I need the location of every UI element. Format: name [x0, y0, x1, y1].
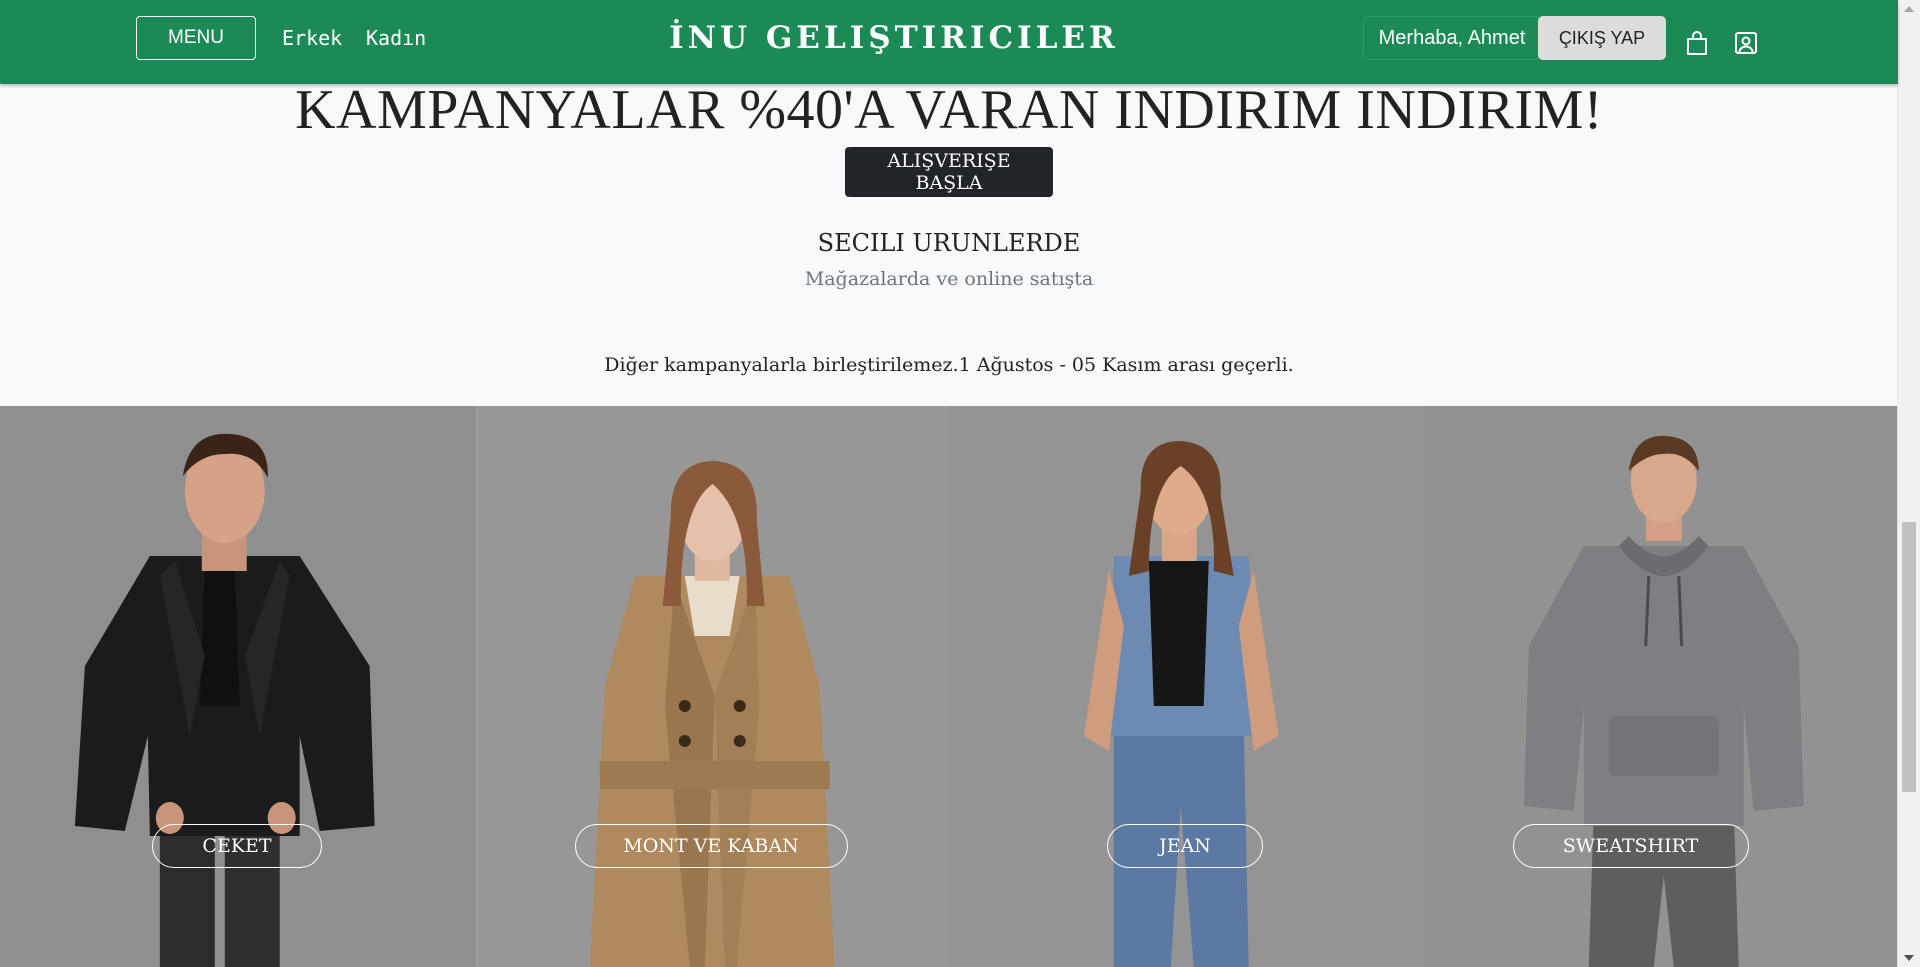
user-greeting: Merhaba, Ahmet: [1363, 16, 1541, 60]
campaign-title: KAMPANYALAR %40'A VARAN INDIRIM INDIRIM!: [295, 79, 1603, 141]
availability-text: Mağazalarda ve online satışta: [804, 268, 1094, 290]
user-profile-icon[interactable]: [1733, 30, 1759, 56]
category-tile-sweatshirt[interactable]: SWEATSHIRT: [1423, 406, 1898, 967]
scroll-up-arrow-icon[interactable]: [1904, 6, 1914, 12]
scroll-down-arrow-icon[interactable]: [1904, 955, 1914, 961]
page-scrollbar[interactable]: [1897, 0, 1920, 967]
campaign-terms-note: Diğer kampanyalarla birleştirilemez.1 Ağ…: [604, 354, 1294, 376]
category-tile-ceket[interactable]: CEKET: [0, 406, 475, 967]
leather-jacket-model-image: [0, 406, 475, 967]
category-tile-jean[interactable]: JEAN: [949, 406, 1424, 967]
sweatshirt-model-image: [1423, 406, 1898, 967]
camel-coat-model-image: [474, 406, 949, 967]
selected-products-heading: SECILI URUNLERDE: [817, 229, 1081, 257]
category-button-sweatshirt[interactable]: SWEATSHIRT: [1512, 824, 1749, 868]
category-button-jean[interactable]: JEAN: [1107, 824, 1263, 868]
category-tile-mont-ve-kaban[interactable]: MONT VE KABAN: [474, 406, 949, 967]
category-button-mont-ve-kaban[interactable]: MONT VE KABAN: [574, 824, 848, 868]
category-grid: CEKET MONT VE KABAN JEAN SWEATSHIRT: [0, 406, 1898, 967]
denim-model-image: [949, 406, 1424, 967]
logout-button[interactable]: ÇIKIŞ YAP: [1538, 16, 1666, 60]
shopping-bag-icon[interactable]: [1684, 30, 1710, 56]
scrollbar-thumb[interactable]: [1902, 522, 1916, 792]
start-shopping-button[interactable]: ALIŞVERIŞE BAŞLA: [845, 147, 1053, 197]
top-navbar: MENU Erkek Kadın İNU GELIŞTIRICILER Merh…: [0, 0, 1898, 84]
category-button-ceket[interactable]: CEKET: [152, 824, 322, 868]
